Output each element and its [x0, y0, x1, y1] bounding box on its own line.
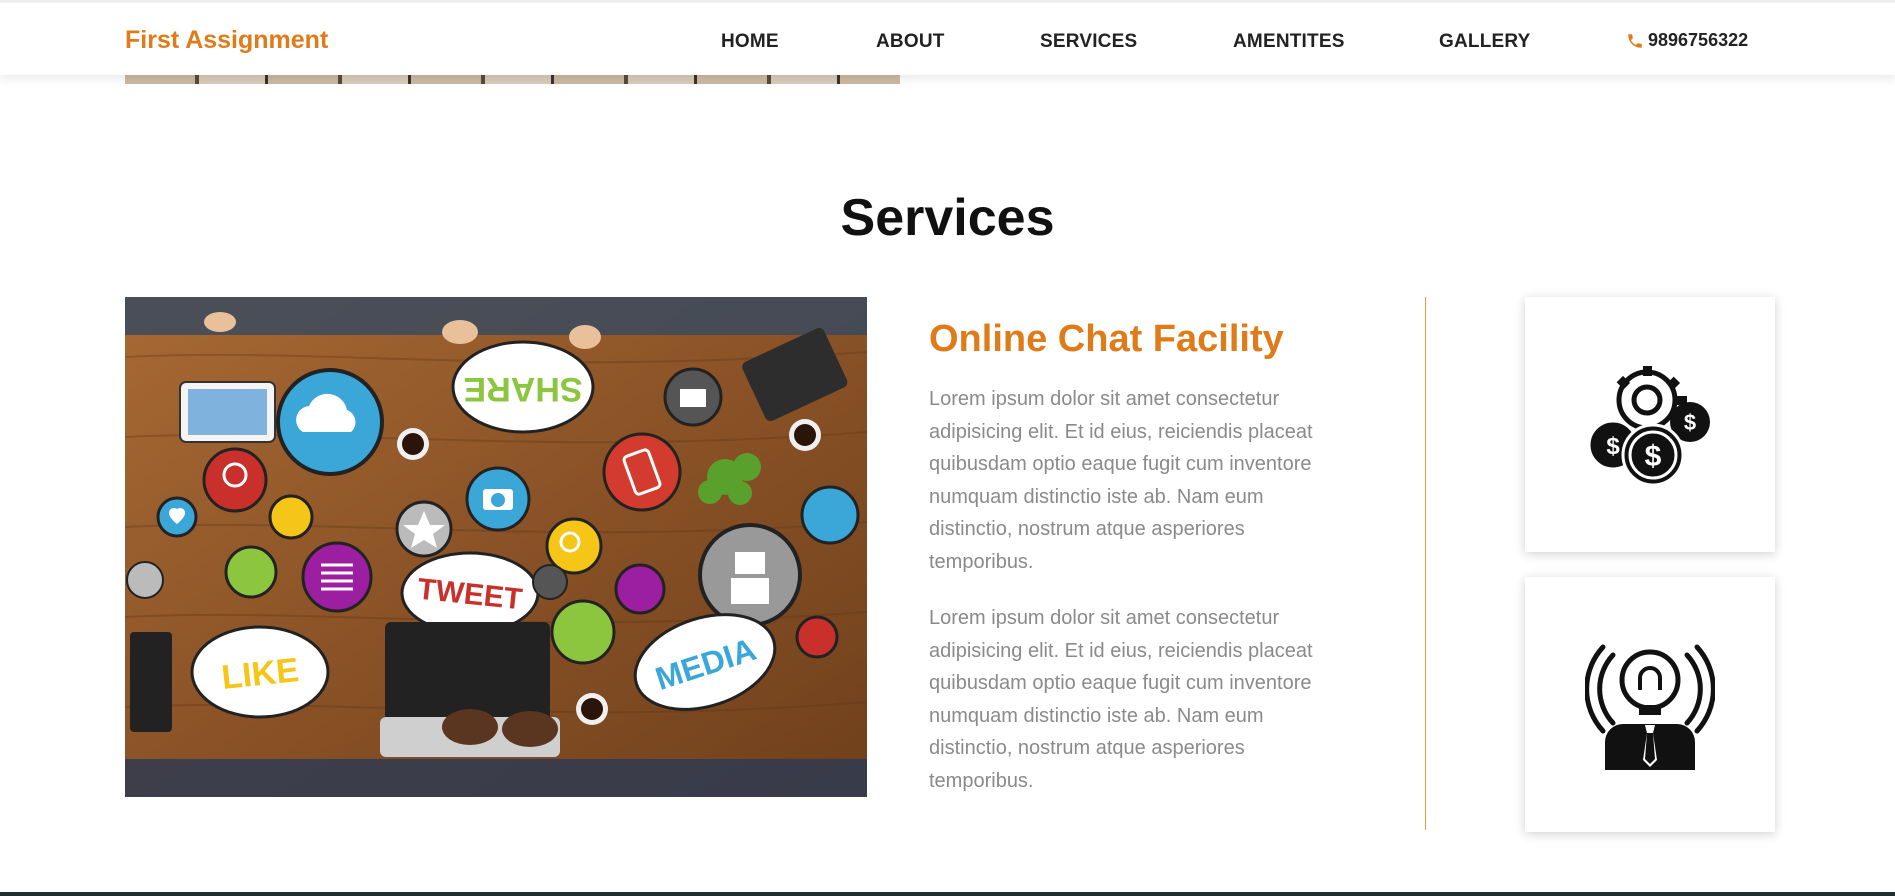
services-image: SHARE TWEET LIKE MEDIA: [125, 297, 867, 797]
bubble-share: SHARE: [463, 370, 582, 408]
nav-home[interactable]: HOME: [721, 31, 779, 53]
money-gear-icon: $ $ $: [1587, 365, 1710, 486]
idea-person-icon: [1585, 644, 1715, 770]
svg-text:$: $: [1606, 433, 1620, 460]
service-card-finance[interactable]: $ $ $: [1525, 297, 1775, 552]
nav-amentites[interactable]: AMENTITES: [1233, 31, 1345, 53]
nav-gallery[interactable]: GALLERY: [1439, 31, 1530, 53]
social-media-table-illustration: SHARE TWEET LIKE MEDIA: [125, 297, 867, 797]
service-paragraph-1: Lorem ipsum dolor sit amet consectetur a…: [929, 388, 1313, 573]
vertical-divider: [1425, 297, 1426, 830]
phone-number: 9896756322: [1648, 30, 1749, 50]
service-heading: Online Chat Facility: [929, 318, 1284, 360]
nav-about[interactable]: ABOUT: [876, 31, 945, 53]
phone-icon: [1628, 33, 1642, 48]
nav-services[interactable]: SERVICES: [1040, 31, 1137, 53]
bubble-like: LIKE: [220, 651, 301, 697]
service-paragraph-2: Lorem ipsum dolor sit amet consectetur a…: [929, 607, 1313, 792]
previous-section-image: [125, 75, 900, 84]
svg-text:$: $: [1684, 410, 1696, 435]
section-title: Services: [840, 189, 1055, 247]
service-content: Online Chat Facility Lorem ipsum dolor s…: [929, 318, 1344, 821]
nav-phone-link[interactable]: 9896756322: [1626, 30, 1748, 51]
brand-logo[interactable]: First Assignment: [125, 26, 328, 55]
footer-edge: [0, 892, 1895, 896]
svg-text:$: $: [1645, 440, 1662, 473]
navbar: First Assignment HOME ABOUT SERVICES AME…: [0, 0, 1895, 75]
service-card-idea[interactable]: [1525, 577, 1775, 832]
